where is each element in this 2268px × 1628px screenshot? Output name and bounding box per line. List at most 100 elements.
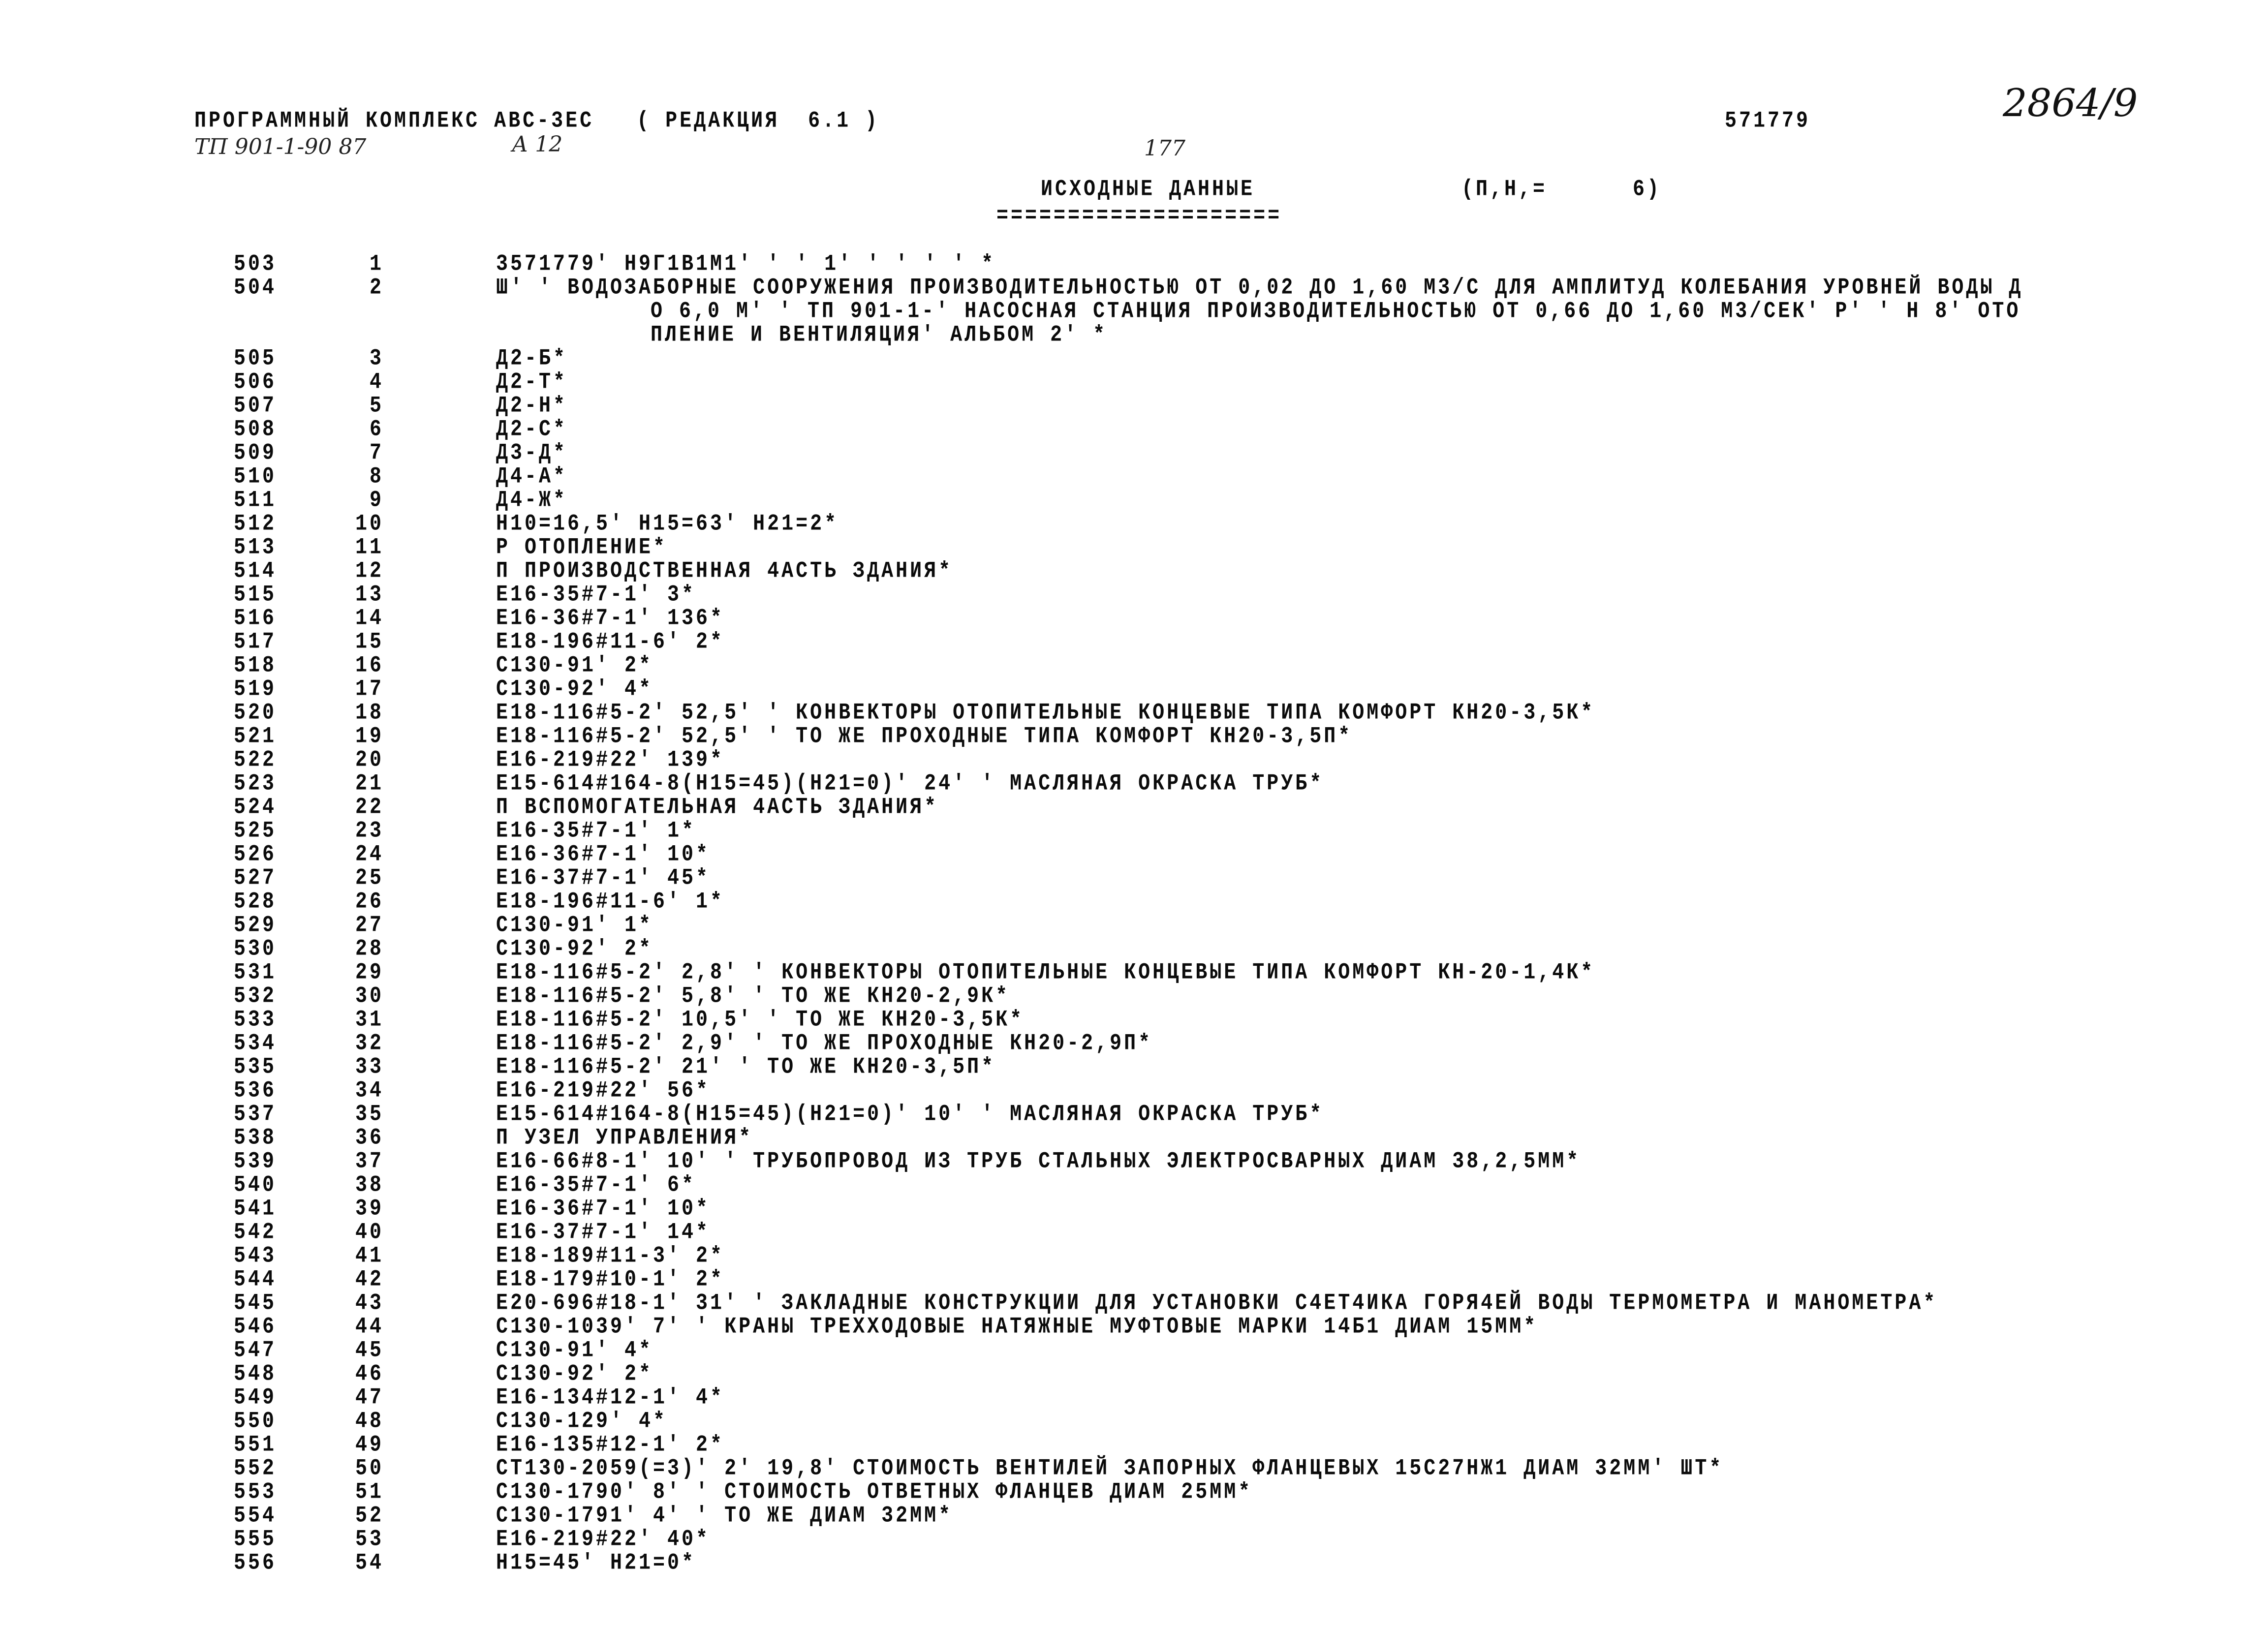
record-text: Е20-696#18-1' 31' ' ЗАКЛАДНЫЕ КОНСТРУКЦИ… (496, 1290, 1938, 1317)
line-number: 550 (234, 1409, 277, 1435)
section-title: ИСХОДНЫЕ ДАННЫЕ (1041, 177, 1255, 203)
listing-row: 550 48 С130-129' 4* (0, 1409, 2268, 1435)
listing-row: 505 3 Д2-Б* (0, 347, 2268, 370)
line-number: 542 (234, 1220, 277, 1246)
line-number: 546 (234, 1314, 277, 1340)
line-number: 555 (234, 1527, 277, 1553)
listing-row: 506 4 Д2-Т* (0, 369, 2268, 396)
program-title: ПРОГРАММНЫЙ КОМПЛЕКС АВС-3ЕС ( РЕДАКЦИЯ … (194, 108, 880, 134)
record-text: СТ130-2059(=3)' 2' 19,8' СТОИМОСТЬ ВЕНТИ… (496, 1456, 1724, 1482)
record-text: С130-1039' 7' ' КРАНЫ ТРЕХХОДОВЫЕ НАТЯЖН… (496, 1314, 1538, 1340)
record-text: Е16-37#7-1' 45* (496, 865, 711, 891)
line-number: 522 (234, 747, 277, 773)
record-text: Д2-Н* (496, 393, 568, 419)
sequence-number: 11 (355, 535, 384, 561)
listing-row: 526 24 Е16-36#7-1' 10* (0, 842, 2268, 868)
listing-row: 541 39 Е16-36#7-1' 10* (0, 1196, 2268, 1222)
record-text: Е16-134#12-1' 4* (496, 1385, 725, 1411)
listing-row: 512 10 Н10=16,5' Н15=63' Н21=2* (0, 511, 2268, 537)
record-text: Е16-219#22' 40* (496, 1527, 711, 1553)
line-number: 541 (234, 1196, 277, 1222)
listing-row: 551 49 Е16-135#12-1' 2* (0, 1432, 2268, 1458)
line-number: 519 (234, 676, 277, 703)
listing-row: 510 8 Д4-А* (0, 464, 2268, 490)
listing-row: 542 40 Е16-37#7-1' 14* (0, 1220, 2268, 1246)
line-number: 540 (234, 1172, 277, 1198)
sequence-number: 51 (355, 1479, 384, 1505)
line-number: 531 (234, 960, 277, 986)
listing-row: 503 1 3571779' Н9Г1В1М1' ' ' 1' ' ' ' ' * (0, 251, 2268, 277)
line-number: 537 (234, 1102, 277, 1128)
line-number: 507 (234, 393, 277, 419)
listing-continuation-line: О 6,0 М' ' ТП 901-1-' НАСОСНАЯ СТАНЦИЯ П… (0, 300, 2268, 323)
record-text: Е16-35#7-1' 6* (496, 1172, 696, 1198)
document-code: 571779 (1725, 108, 1811, 134)
record-text: С130-129' 4* (496, 1409, 668, 1435)
line-number: 545 (234, 1290, 277, 1317)
listing-row: 522 20 Е16-219#22' 139* (0, 747, 2268, 773)
album-number: А 12 (512, 132, 563, 157)
listing-row: 516 14 Е16-36#7-1' 136* (0, 606, 2268, 632)
record-text: Е16-135#12-1' 2* (496, 1432, 725, 1458)
sequence-number: 7 (369, 440, 384, 466)
sequence-number: 16 (355, 653, 384, 679)
listing-row: 529 27 С130-91' 1* (0, 913, 2268, 939)
listing-row: 504 2 Ш' ' ВОДОЗАБОРНЫЕ СООРУЖЕНИЯ ПРОИЗВО… (0, 275, 2268, 301)
record-text: Н15=45' Н21=0* (496, 1550, 696, 1576)
listing-row: 543 41 Е18-189#11-3' 2* (0, 1243, 2268, 1269)
listing-row: 549 47 Е16-134#12-1' 4* (0, 1385, 2268, 1411)
sequence-number: 48 (355, 1409, 384, 1435)
record-text: Е16-36#7-1' 136* (496, 606, 725, 632)
record-text: Е16-35#7-1' 1* (496, 818, 696, 844)
listing-row: 552 50 СТ130-2059(=3)' 2' 19,8' СТОИМОСТЬ … (0, 1456, 2268, 1482)
line-number: 503 (234, 251, 277, 277)
listing-row: 536 34 Е16-219#22' 56* (0, 1078, 2268, 1104)
sequence-number: 29 (355, 960, 384, 986)
record-text: Е18-116#5-2' 2,8' ' КОНВЕКТОРЫ ОТОПИТЕЛЬ… (496, 960, 1595, 986)
line-number: 536 (234, 1078, 277, 1104)
line-number: 532 (234, 983, 277, 1010)
record-text: Е18-116#5-2' 52,5' ' КОНВЕКТОРЫ ОТОПИТЕЛ… (496, 700, 1595, 726)
listing-row: 508 6 Д2-С* (0, 417, 2268, 443)
record-text: С130-91' 4* (496, 1338, 653, 1364)
listing-row: 555 53 Е16-219#22' 40* (0, 1527, 2268, 1553)
record-text: Е18-189#11-3' 2* (496, 1243, 725, 1269)
listing-row: 530 28 С130-92' 2* (0, 938, 2268, 960)
line-number: 553 (234, 1479, 277, 1505)
line-number: 533 (234, 1007, 277, 1033)
record-text: С130-1791' 4' ' ТО ЖЕ ДИАМ 32ММ* (496, 1503, 953, 1529)
record-text: С130-92' 4* (496, 676, 653, 703)
sequence-number: 40 (355, 1220, 384, 1246)
listing-row: 527 25 Е16-37#7-1' 45* (0, 865, 2268, 891)
sequence-number: 45 (355, 1338, 384, 1364)
sequence-number: 24 (355, 842, 384, 868)
line-number: 556 (234, 1550, 277, 1576)
line-number: 518 (234, 653, 277, 679)
sequence-number: 8 (369, 464, 384, 490)
sequence-number: 46 (355, 1361, 384, 1387)
sequence-number: 35 (355, 1102, 384, 1128)
line-number: 509 (234, 440, 277, 466)
line-number: 524 (234, 795, 277, 821)
listing-row: 537 35 Е15-614#164-8(Н15=45)(Н21=0)' 10' '… (0, 1102, 2268, 1128)
record-text: Д2-Т* (496, 369, 568, 396)
line-number: 528 (234, 889, 277, 915)
line-number: 539 (234, 1149, 277, 1175)
listing-row: 538 36 П УЗЕЛ УПРАВЛЕНИЯ* (0, 1127, 2268, 1149)
sequence-number: 10 (355, 511, 384, 537)
record-text: Е15-614#164-8(Н15=45)(Н21=0)' 10' ' МАСЛ… (496, 1102, 1324, 1128)
line-number: 504 (234, 275, 277, 301)
line-number: 535 (234, 1054, 277, 1080)
sequence-number: 5 (369, 393, 384, 419)
record-text: Е18-116#5-2' 10,5' ' ТО ЖЕ КН20-3,5К* (496, 1007, 1025, 1033)
sequence-number: 6 (369, 417, 384, 443)
sequence-number: 27 (355, 913, 384, 939)
listing-row: 519 17 С130-92' 4* (0, 676, 2268, 703)
record-text: ПЛЕНИЕ И ВЕНТИЛЯЦИЯ' АЛЬБОМ 2' * (651, 322, 1108, 348)
sequence-number: 15 (355, 629, 384, 655)
sequence-number: 43 (355, 1290, 384, 1317)
line-number: 549 (234, 1385, 277, 1411)
record-text: Е16-219#22' 56* (496, 1078, 711, 1104)
sequence-number: 44 (355, 1314, 384, 1340)
listing-row: 517 15 Е18-196#11-6' 2* (0, 629, 2268, 655)
